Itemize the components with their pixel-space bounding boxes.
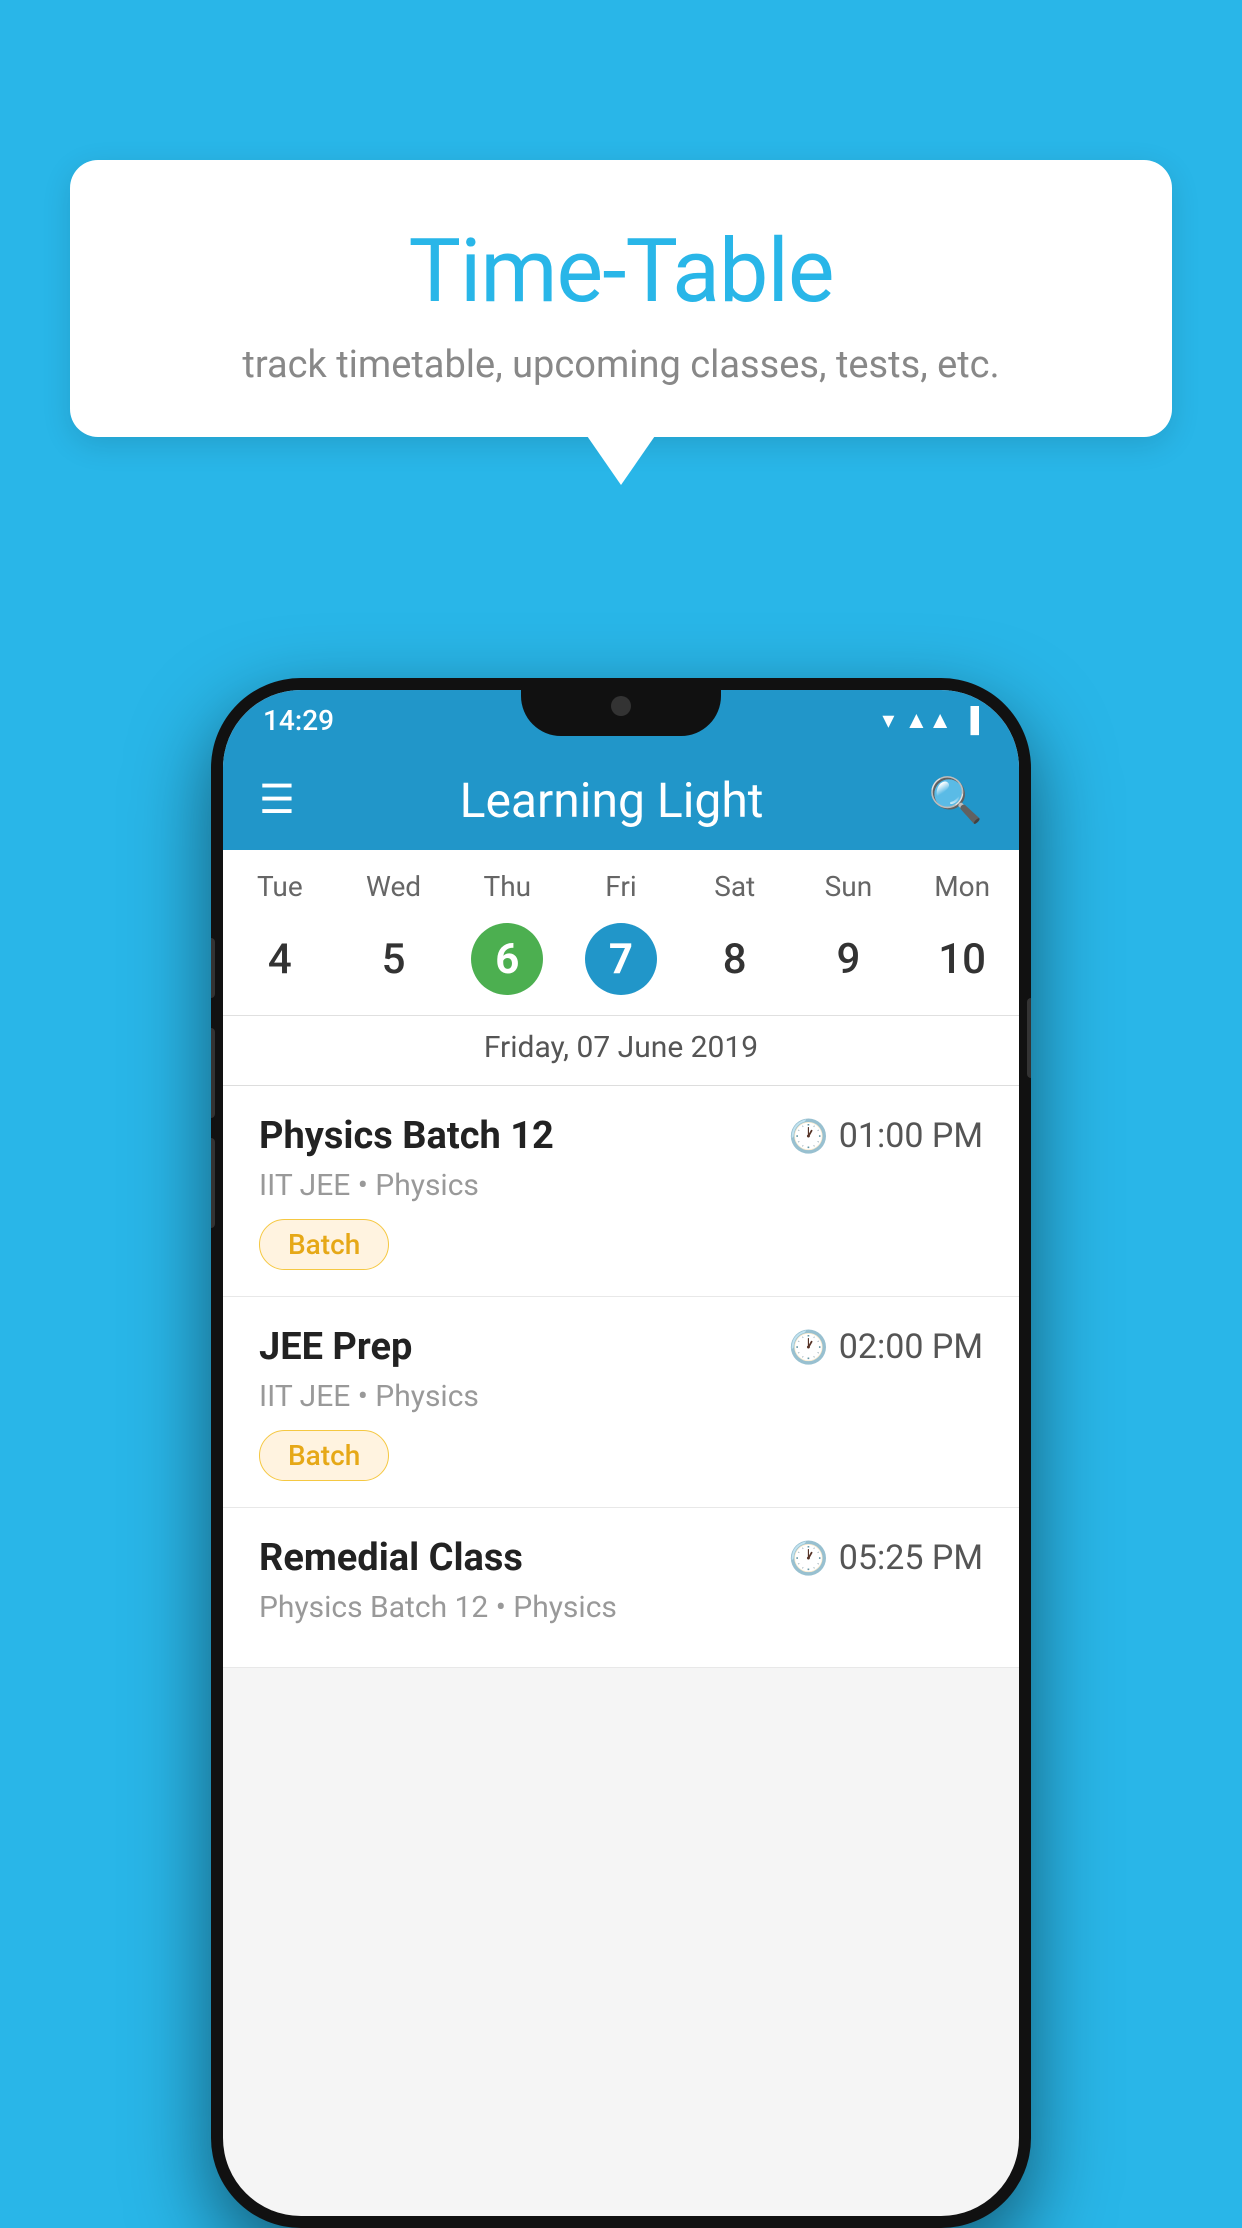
day-headers: TueWedThuFriSatSunMon <box>223 850 1019 913</box>
status-icons: ▾ ▲▲ ▐ <box>882 706 979 735</box>
hamburger-menu-icon[interactable]: ☰ <box>259 780 295 820</box>
class-name: Remedial Class <box>259 1536 523 1580</box>
day-number[interactable]: 7 <box>585 923 657 995</box>
clock-icon: 🕐 <box>789 1117 829 1155</box>
class-item[interactable]: Physics Batch 12 🕐 01:00 PM IIT JEE • Phys… <box>223 1086 1019 1297</box>
signal-icon: ▲▲ <box>904 706 952 735</box>
class-time: 🕐 05:25 PM <box>789 1538 983 1578</box>
power-button <box>1027 998 1031 1078</box>
class-time: 🕐 02:00 PM <box>789 1327 983 1367</box>
speech-bubble: Time-Table track timetable, upcoming cla… <box>70 160 1172 437</box>
bubble-title: Time-Table <box>110 220 1132 323</box>
day-numbers: 45678910 <box>223 913 1019 1015</box>
phone-screen: 14:29 ▾ ▲▲ ▐ ☰ Learning Light 🔍 TueWedTh… <box>223 690 1019 2216</box>
batch-tag: Batch <box>259 1219 389 1270</box>
calendar-section: TueWedThuFriSatSunMon 45678910 Friday, 0… <box>223 850 1019 1086</box>
battery-icon: ▐ <box>962 706 979 735</box>
clock-icon: 🕐 <box>789 1539 829 1577</box>
silent-button <box>211 1138 215 1228</box>
class-item-header: Physics Batch 12 🕐 01:00 PM <box>259 1114 983 1158</box>
app-title: Learning Light <box>325 772 898 829</box>
batch-tag: Batch <box>259 1430 389 1481</box>
day-number[interactable]: 6 <box>471 923 543 995</box>
class-item[interactable]: Remedial Class 🕐 05:25 PM Physics Batch 12… <box>223 1508 1019 1668</box>
day-label: Thu <box>450 870 564 903</box>
app-bar: ☰ Learning Light 🔍 <box>223 750 1019 850</box>
bubble-subtitle: track timetable, upcoming classes, tests… <box>110 343 1132 387</box>
day-number[interactable]: 5 <box>337 923 451 995</box>
clock-icon: 🕐 <box>789 1328 829 1366</box>
front-camera <box>611 696 631 716</box>
day-number[interactable]: 8 <box>678 923 792 995</box>
phone-notch <box>521 678 721 736</box>
wifi-icon: ▾ <box>882 706 894 734</box>
day-label: Wed <box>337 870 451 903</box>
class-name: JEE Prep <box>259 1325 412 1369</box>
class-name: Physics Batch 12 <box>259 1114 554 1158</box>
class-item-header: JEE Prep 🕐 02:00 PM <box>259 1325 983 1369</box>
day-number[interactable]: 9 <box>792 923 906 995</box>
class-item[interactable]: JEE Prep 🕐 02:00 PM IIT JEE • Physics Batch <box>223 1297 1019 1508</box>
search-icon[interactable]: 🔍 <box>928 774 983 826</box>
volume-down-button <box>211 1028 215 1118</box>
day-label: Fri <box>564 870 678 903</box>
volume-up-button <box>211 938 215 998</box>
class-list: Physics Batch 12 🕐 01:00 PM IIT JEE • Phys… <box>223 1086 1019 1668</box>
class-meta: Physics Batch 12 • Physics <box>259 1590 983 1625</box>
status-time: 14:29 <box>263 704 334 737</box>
class-meta: IIT JEE • Physics <box>259 1379 983 1414</box>
day-label: Tue <box>223 870 337 903</box>
class-item-header: Remedial Class 🕐 05:25 PM <box>259 1536 983 1580</box>
class-time: 🕐 01:00 PM <box>789 1116 983 1156</box>
day-label: Sat <box>678 870 792 903</box>
day-number[interactable]: 4 <box>223 923 337 995</box>
day-label: Sun <box>792 870 906 903</box>
class-meta: IIT JEE • Physics <box>259 1168 983 1203</box>
day-label: Mon <box>905 870 1019 903</box>
selected-date-label: Friday, 07 June 2019 <box>223 1015 1019 1085</box>
phone-frame: 14:29 ▾ ▲▲ ▐ ☰ Learning Light 🔍 TueWedTh… <box>211 678 1031 2228</box>
day-number[interactable]: 10 <box>905 923 1019 995</box>
